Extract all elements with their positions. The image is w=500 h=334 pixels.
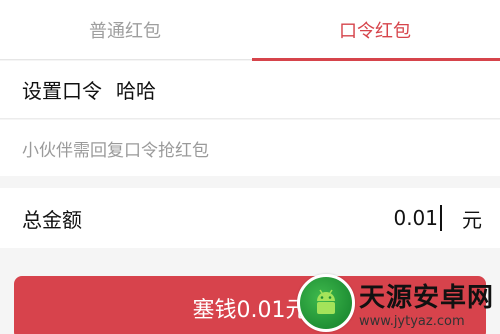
- tab-label: 普通红包: [89, 21, 161, 42]
- amount-label: 总金额: [22, 207, 82, 232]
- amount-field-group: 0.01 元: [393, 204, 482, 233]
- watermark-url: www.jytyaz.com: [358, 314, 465, 329]
- hint-row: 小伙伴需回复口令抢红包: [0, 120, 500, 176]
- watermark-text: 天源安卓网 www.jytyaz.com: [359, 277, 494, 329]
- send-money-label: 塞钱0.01元: [192, 298, 308, 323]
- password-label: 设置口令: [22, 79, 102, 103]
- android-robot-icon: [296, 274, 355, 332]
- amount-row[interactable]: 总金额 0.01 元: [0, 188, 500, 248]
- tab-bar: 普通红包 口令红包: [0, 0, 500, 61]
- hint-text: 小伙伴需回复口令抢红包: [22, 140, 209, 161]
- tab-normal-red-packet[interactable]: 普通红包: [0, 0, 250, 60]
- text-cursor: [440, 205, 442, 231]
- watermark: 天源安卓网 www.jytyaz.com: [296, 274, 494, 332]
- tab-label: 口令红包: [339, 21, 411, 42]
- tab-password-red-packet[interactable]: 口令红包: [250, 0, 500, 61]
- password-row[interactable]: 设置口令 哈哈: [0, 61, 500, 119]
- watermark-title: 天源安卓网: [358, 283, 494, 313]
- password-input[interactable]: 哈哈: [116, 75, 156, 104]
- amount-input[interactable]: 0.01: [393, 206, 438, 230]
- amount-unit: 元: [462, 207, 482, 232]
